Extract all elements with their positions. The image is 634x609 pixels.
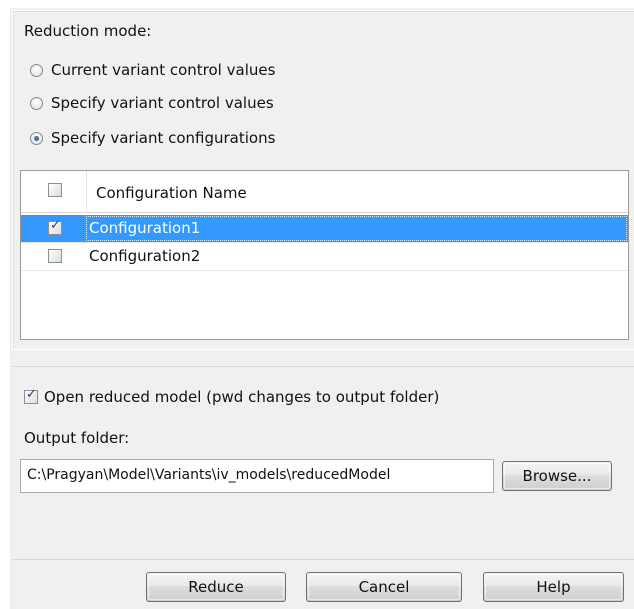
left-edge — [0, 0, 10, 609]
configuration-table[interactable]: Configuration Name Configuration1 Config… — [20, 170, 629, 340]
select-all-checkbox[interactable] — [48, 183, 62, 197]
radio-current-variant-control-values[interactable]: Current variant control values — [30, 59, 275, 81]
help-button[interactable]: Help — [483, 572, 624, 602]
button-highlight — [148, 574, 284, 600]
cancel-button[interactable]: Cancel — [306, 572, 462, 602]
column-divider — [86, 171, 87, 213]
browse-button[interactable]: Browse... — [502, 461, 612, 491]
reduce-model-dialog: Reduction mode: Current variant control … — [0, 0, 634, 609]
open-reduced-model-checkbox[interactable] — [24, 387, 38, 404]
radio-label: Current variant control values — [51, 61, 276, 79]
row-divider — [21, 270, 628, 271]
open-reduced-model-option[interactable]: Open reduced model (pwd changes to outpu… — [24, 387, 440, 406]
row-checkbox[interactable] — [48, 218, 62, 235]
button-highlight — [504, 463, 610, 489]
open-reduced-model-label: Open reduced model (pwd changes to outpu… — [44, 388, 440, 406]
button-highlight — [308, 574, 460, 600]
table-row-configuration1[interactable]: Configuration1 — [21, 215, 628, 242]
reduce-button[interactable]: Reduce — [146, 572, 286, 602]
radio-specify-variant-control-values[interactable]: Specify variant control values — [30, 92, 274, 114]
configuration-name-cell[interactable]: Configuration1 — [89, 219, 200, 237]
radio-specify-variant-configurations[interactable]: Specify variant configurations — [30, 127, 275, 149]
configuration-name-cell[interactable]: Configuration2 — [89, 247, 200, 265]
top-edge — [0, 0, 634, 8]
reduction-mode-label: Reduction mode: — [24, 22, 152, 40]
output-folder-input[interactable]: C:\Pragyan\Model\Variants\iv_models\redu… — [20, 459, 494, 493]
radio-label: Specify variant control values — [51, 94, 274, 112]
button-highlight — [485, 574, 622, 600]
radio-icon — [30, 63, 43, 77]
table-header: Configuration Name — [21, 171, 628, 213]
radio-icon — [30, 96, 43, 110]
output-folder-label: Output folder: — [24, 429, 130, 447]
row-checkbox[interactable] — [48, 249, 62, 263]
radio-label: Specify variant configurations — [51, 129, 276, 147]
table-row-configuration2[interactable]: Configuration2 — [21, 243, 628, 270]
configuration-name-header: Configuration Name — [96, 184, 247, 202]
radio-selected-icon — [30, 131, 43, 145]
